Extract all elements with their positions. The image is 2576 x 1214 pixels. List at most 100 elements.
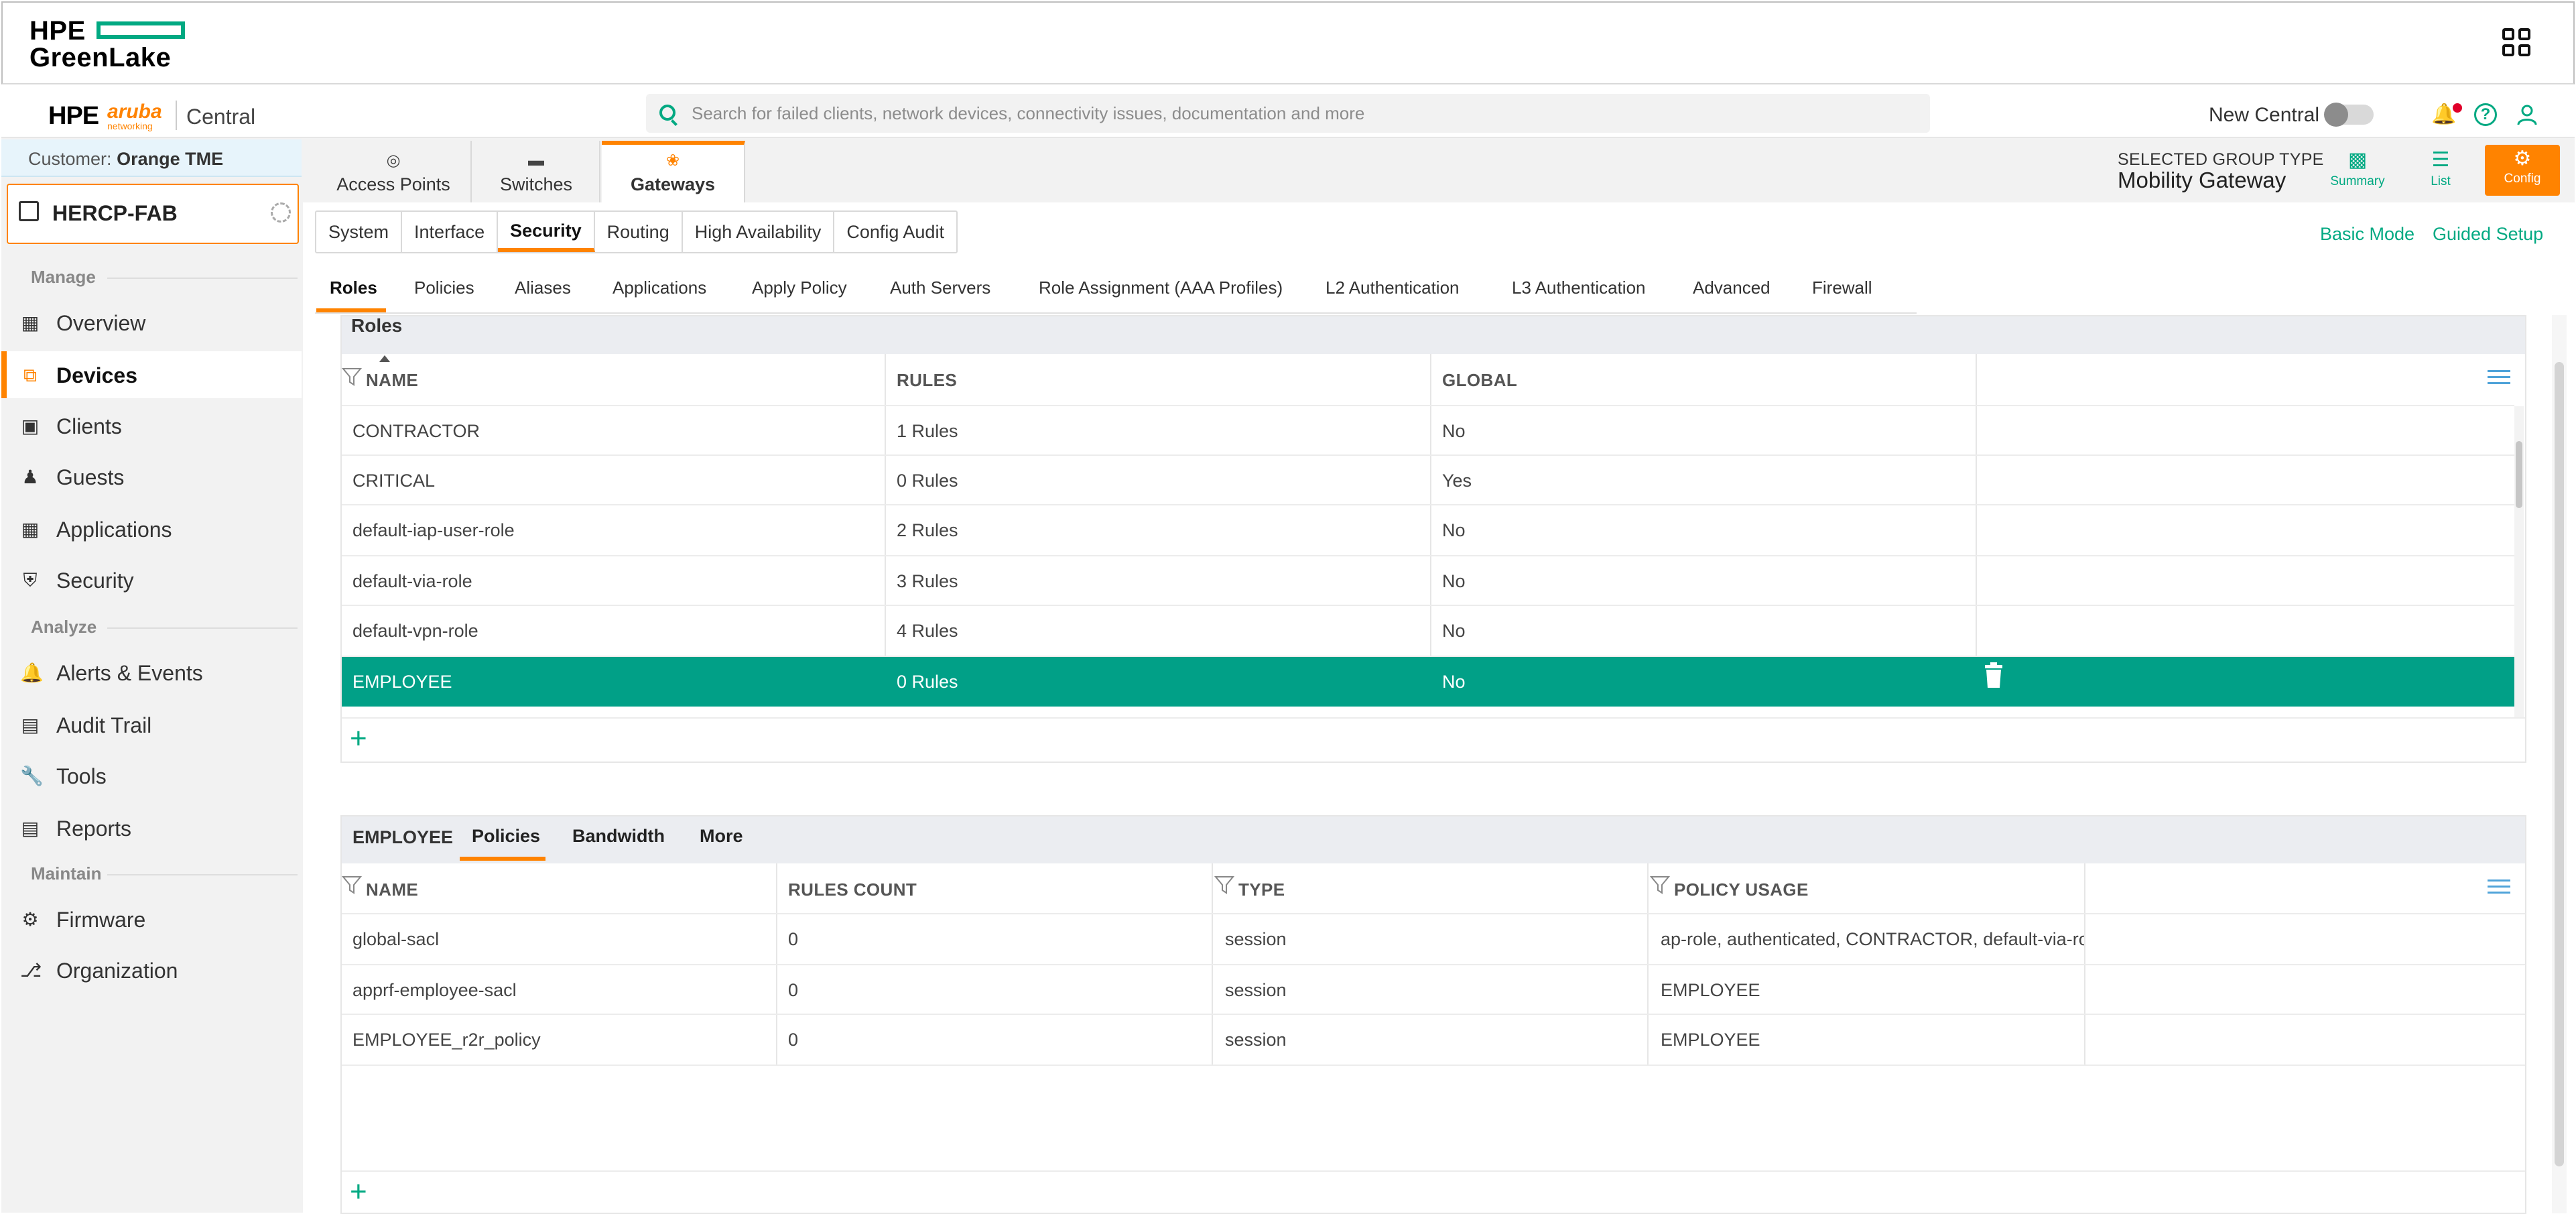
customer-name: Orange TME [117,149,224,169]
group-name: HERCP-FAB [52,201,178,225]
filter-icon[interactable] [341,367,363,386]
column-header-type[interactable]: TYPE [1238,879,1285,900]
column-header-global[interactable]: GLOBAL [1442,370,1517,391]
tab-security[interactable]: Security [498,212,595,252]
hpe-logo[interactable]: HPE [48,102,99,131]
table-row-selected[interactable]: EMPLOYEE 0 Rules No [342,657,2514,707]
greenlake-logo[interactable]: HPE GreenLake [29,17,185,71]
cell-type: session [1225,980,1287,1000]
sidebar-item-security[interactable]: ⛨ Security [1,556,302,603]
sidebar-item-label: Alerts & Events [56,661,203,685]
column-header-policy-usage[interactable]: POLICY USAGE [1674,879,1809,900]
table-row[interactable]: global-sacl 0 session ap-role, authentic… [342,914,2525,964]
page-scrollbar[interactable] [2552,315,2567,1213]
sidebar-item-label: Security [56,568,134,593]
sort-ascending-icon[interactable] [379,355,390,362]
sidebar-item-applications[interactable]: ▦ Applications [1,505,302,552]
tab-policies[interactable]: Policies [414,278,474,314]
sidebar-item-firmware[interactable]: ⚙ Firmware [1,896,302,943]
notifications-bell-icon[interactable]: 🔔 [2431,103,2456,126]
sidebar-item-reports[interactable]: ▤ Reports [1,804,302,851]
help-icon[interactable]: ? [2474,103,2497,126]
tab-access-points[interactable]: ◎ Access Points [316,141,472,202]
list-button[interactable]: ☰ List [2406,146,2475,196]
row-divider [342,1065,2525,1066]
tab-advanced[interactable]: Advanced [1693,278,1770,314]
basic-mode-link[interactable]: Basic Mode [2320,224,2414,245]
tab-apply-policy[interactable]: Apply Policy [752,278,847,314]
table-row[interactable]: apprf-employee-sacl 0 session EMPLOYEE [342,965,2525,1014]
tab-label: Access Points [336,174,450,194]
summary-button[interactable]: ▩ Summary [2323,146,2392,196]
tab-interface[interactable]: Interface [402,212,499,252]
new-central-label: New Central [2209,104,2320,126]
tab-l3-authentication[interactable]: L3 Authentication [1512,278,1646,314]
column-header-rules[interactable]: RULES [897,370,957,391]
sidebar-item-label: Clients [56,414,122,438]
new-central-toggle[interactable] [2324,103,2374,127]
customer-label: Customer: Orange TME [28,149,224,169]
app-grid-icon[interactable] [2502,28,2530,56]
table-row[interactable]: CRITICAL 0 Rules Yes [342,456,2514,504]
trash-icon[interactable] [1982,662,2005,689]
sidebar-item-guests[interactable]: ♟ Guests [1,453,302,500]
guided-setup-link[interactable]: Guided Setup [2433,224,2543,245]
tab-system[interactable]: System [316,212,403,252]
filter-icon[interactable] [1214,875,1235,894]
search-placeholder: Search for failed clients, network devic… [692,103,1365,123]
tab-config-audit[interactable]: Config Audit [834,212,956,252]
table-row[interactable]: EMPLOYEE_r2r_policy 0 session EMPLOYEE [342,1015,2525,1065]
group-icon [19,201,39,221]
table-row[interactable]: default-via-role 3 Rules No [342,556,2514,605]
column-menu-icon[interactable] [2488,370,2510,386]
tab-gateways[interactable]: ❀ Gateways [602,141,745,202]
sidebar-item-label: Overview [56,311,146,335]
tab-employee-policies[interactable]: Policies [472,826,540,847]
filter-icon[interactable] [341,875,363,894]
table-row[interactable]: CONTRACTOR 1 Rules No [342,406,2514,454]
add-policy-button[interactable]: + [350,1177,367,1207]
tab-role-assignment[interactable]: Role Assignment (AAA Profiles) [1039,278,1283,314]
sidebar-item-audit-trail[interactable]: ▤ Audit Trail [1,701,302,748]
table-row[interactable]: default-iap-user-role 2 Rules No [342,505,2514,554]
sidebar-item-tools[interactable]: 🔧 Tools [1,752,302,799]
sidebar-item-label: Reports [56,816,132,841]
tab-aliases[interactable]: Aliases [515,278,571,314]
gear-icon: ⚙ [2513,147,2532,170]
roles-table-scrollbar[interactable] [2514,406,2524,717]
security-shield-icon: ⛨ [23,570,38,591]
column-menu-icon[interactable] [2488,879,2510,896]
sidebar-item-devices[interactable]: ⧉ Devices [1,351,302,398]
tab-employee-more[interactable]: More [700,826,743,847]
active-tab-underline [316,308,386,312]
tab-auth-servers[interactable]: Auth Servers [890,278,990,314]
tab-routing[interactable]: Routing [595,212,683,252]
filter-icon[interactable] [1649,875,1671,894]
scrollbar-thumb[interactable] [2516,441,2522,508]
tab-l2-authentication[interactable]: L2 Authentication [1326,278,1460,314]
sidebar-item-overview[interactable]: ▦ Overview [1,299,302,346]
column-header-rules-count[interactable]: RULES COUNT [788,879,917,900]
tab-applications[interactable]: Applications [613,278,706,314]
tab-switches[interactable]: ▬ Switches [473,141,600,202]
cell-policy-usage: EMPLOYEE [1661,980,1760,1000]
column-header-name[interactable]: NAME [366,370,418,391]
add-role-button[interactable]: + [350,724,367,753]
config-button[interactable]: ⚙ Config [2485,145,2560,196]
sidebar-item-organization[interactable]: ⎇ Organization [1,947,302,993]
scrollbar-thumb[interactable] [2555,362,2564,1166]
cell-rules-count: 0 [788,1030,799,1050]
sidebar-item-alerts-events[interactable]: 🔔 Alerts & Events [1,649,302,696]
column-header-name[interactable]: NAME [366,879,418,900]
table-row[interactable]: default-vpn-role 4 Rules No [342,606,2514,654]
tab-firewall[interactable]: Firewall [1812,278,1872,314]
tab-high-availability[interactable]: High Availability [683,212,835,252]
section-divider [107,627,298,629]
summary-label: Summary [2330,174,2385,188]
cell-global: No [1442,672,1466,692]
user-icon[interactable] [2516,103,2538,126]
roles-title: Roles [351,315,403,336]
sidebar-item-clients[interactable]: ▣ Clients [1,402,302,449]
organization-icon: ⎇ [20,960,42,981]
tab-employee-bandwidth[interactable]: Bandwidth [572,826,665,847]
